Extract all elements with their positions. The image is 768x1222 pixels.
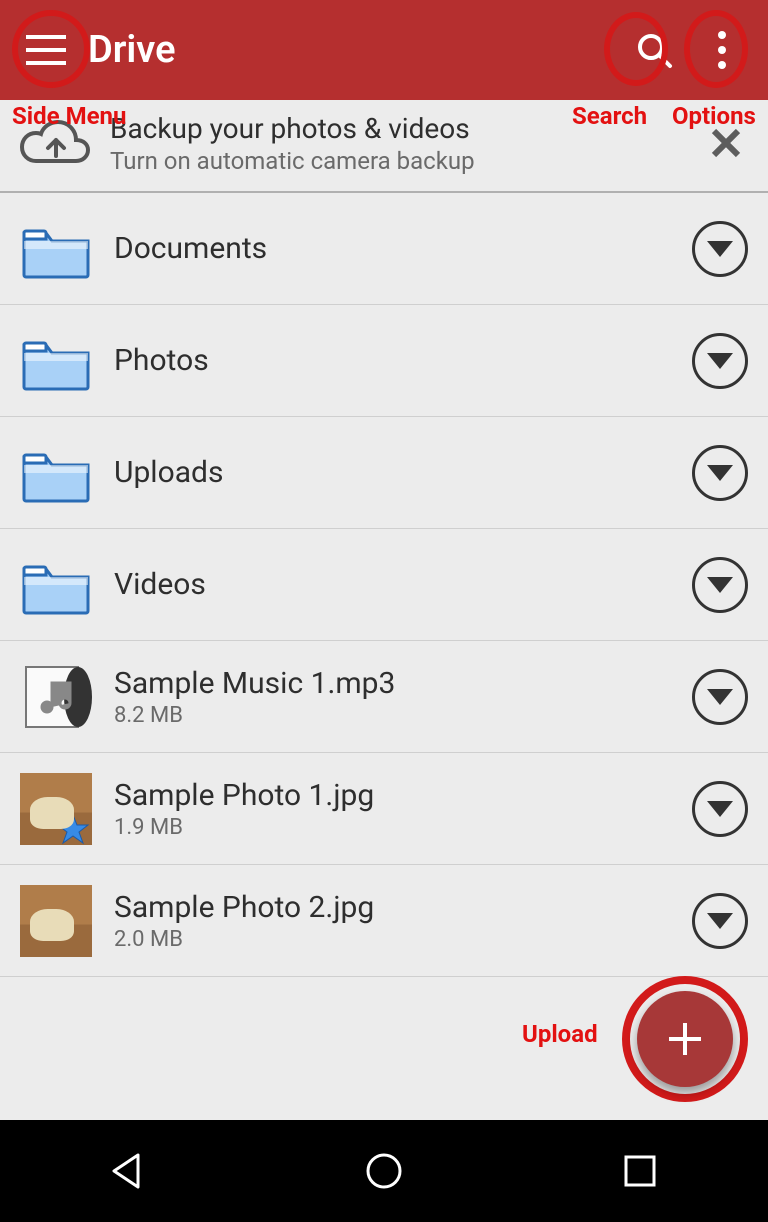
more-vert-icon xyxy=(717,30,727,70)
home-circle-icon xyxy=(364,1151,404,1191)
item-menu-button[interactable] xyxy=(692,445,748,501)
item-labels: Documents xyxy=(114,231,692,266)
recent-square-icon xyxy=(622,1153,658,1189)
item-name: Photos xyxy=(114,343,692,378)
item-menu-button[interactable] xyxy=(692,781,748,837)
caret-down-icon xyxy=(707,353,733,369)
item-name: Uploads xyxy=(114,455,692,490)
item-name: Documents xyxy=(114,231,692,266)
folder-icon xyxy=(20,549,92,621)
backup-banner-title: Backup your photos & videos xyxy=(110,112,704,145)
image-thumbnail xyxy=(20,773,92,845)
item-name: Sample Music 1.mp3 xyxy=(114,666,692,701)
image-thumbnail xyxy=(20,885,92,957)
cloud-upload-icon xyxy=(20,118,92,170)
nav-back-button[interactable] xyxy=(98,1141,158,1201)
backup-banner-text: Backup your photos & videos Turn on auto… xyxy=(110,112,704,175)
list-item[interactable]: Sample Photo 2.jpg2.0 MB xyxy=(0,865,768,977)
nav-home-button[interactable] xyxy=(354,1141,414,1201)
system-nav-bar xyxy=(0,1120,768,1222)
file-list: Documents Photos Uploads Videos Sample Music… xyxy=(0,193,768,977)
item-labels: Uploads xyxy=(114,455,692,490)
item-menu-button[interactable] xyxy=(692,669,748,725)
list-item[interactable]: Uploads xyxy=(0,417,768,529)
folder-icon xyxy=(20,213,92,285)
item-labels: Videos xyxy=(114,567,692,602)
item-menu-button[interactable] xyxy=(692,221,748,277)
app-screen: Drive Side Menu Search Options Backup yo… xyxy=(0,0,768,1222)
item-labels: Sample Music 1.mp38.2 MB xyxy=(114,666,692,728)
item-subtext: 1.9 MB xyxy=(114,815,692,840)
list-item[interactable]: Sample Music 1.mp38.2 MB xyxy=(0,641,768,753)
caret-down-icon xyxy=(707,465,733,481)
item-name: Sample Photo 2.jpg xyxy=(114,890,692,925)
caret-down-icon xyxy=(707,241,733,257)
item-labels: Sample Photo 2.jpg2.0 MB xyxy=(114,890,692,952)
options-button[interactable] xyxy=(688,16,756,84)
nav-recent-button[interactable] xyxy=(610,1141,670,1201)
item-name: Videos xyxy=(114,567,692,602)
item-name: Sample Photo 1.jpg xyxy=(114,778,692,813)
hamburger-icon xyxy=(26,35,66,65)
audio-file-icon xyxy=(20,661,92,733)
item-subtext: 2.0 MB xyxy=(114,927,692,952)
app-title: Drive xyxy=(88,28,620,72)
plus-icon xyxy=(665,1019,705,1059)
search-button[interactable] xyxy=(620,16,688,84)
item-subtext: 8.2 MB xyxy=(114,703,692,728)
add-fab[interactable] xyxy=(637,991,733,1087)
backup-banner[interactable]: Backup your photos & videos Turn on auto… xyxy=(0,100,768,193)
caret-down-icon xyxy=(707,577,733,593)
search-icon xyxy=(634,30,674,70)
item-menu-button[interactable] xyxy=(692,333,748,389)
list-item[interactable]: Photos xyxy=(0,305,768,417)
banner-close-button[interactable] xyxy=(704,118,748,170)
caret-down-icon xyxy=(707,689,733,705)
caret-down-icon xyxy=(707,913,733,929)
item-labels: Photos xyxy=(114,343,692,378)
close-icon xyxy=(710,127,742,159)
list-item[interactable]: Sample Photo 1.jpg1.9 MB xyxy=(0,753,768,865)
menu-button[interactable] xyxy=(12,16,80,84)
item-labels: Sample Photo 1.jpg1.9 MB xyxy=(114,778,692,840)
caret-down-icon xyxy=(707,801,733,817)
app-bar: Drive xyxy=(0,0,768,100)
item-menu-button[interactable] xyxy=(692,557,748,613)
item-menu-button[interactable] xyxy=(692,893,748,949)
list-item[interactable]: Documents xyxy=(0,193,768,305)
back-triangle-icon xyxy=(108,1151,148,1191)
backup-banner-subtitle: Turn on automatic camera backup xyxy=(110,147,704,175)
folder-icon xyxy=(20,437,92,509)
list-item[interactable]: Videos xyxy=(0,529,768,641)
callout-upload: Upload xyxy=(522,1020,598,1048)
folder-icon xyxy=(20,325,92,397)
